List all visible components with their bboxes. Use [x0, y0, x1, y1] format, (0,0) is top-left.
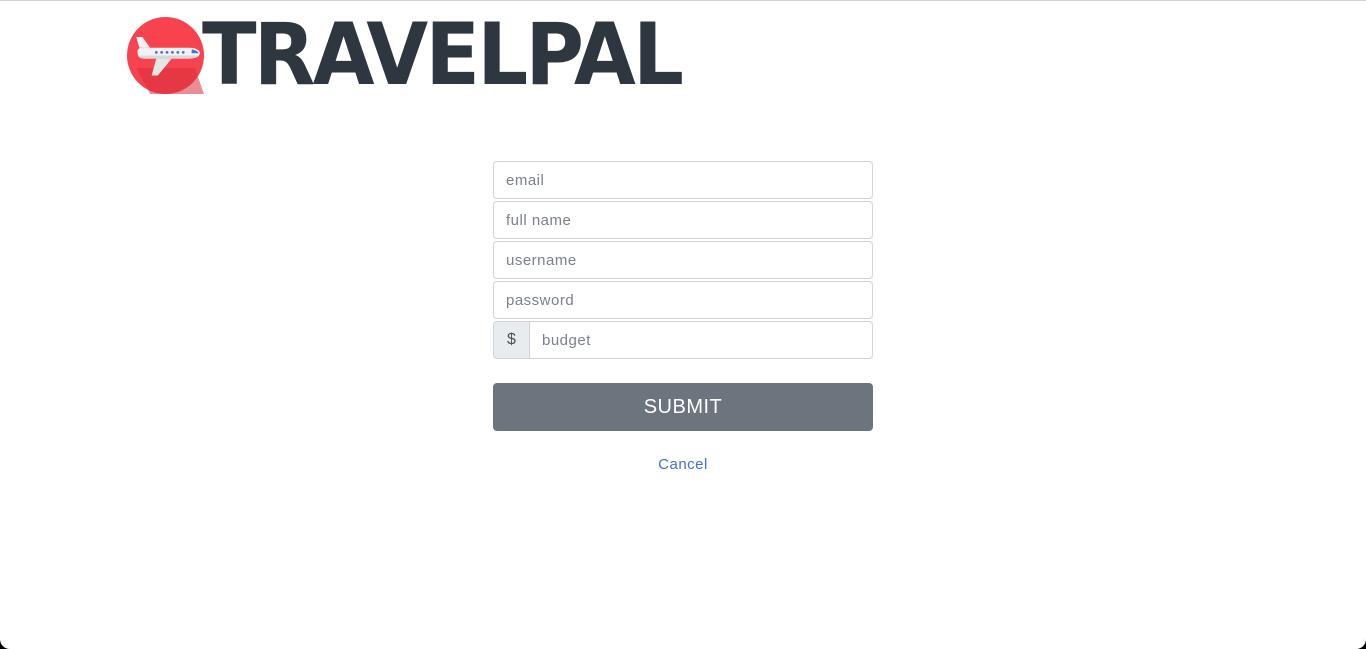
- page: TRAVELPAL $ SUBMIT Cancel: [0, 0, 1366, 649]
- signup-form: $ SUBMIT Cancel: [493, 161, 873, 473]
- password-field[interactable]: [493, 281, 873, 319]
- currency-addon: $: [493, 321, 529, 359]
- cancel-link[interactable]: Cancel: [493, 456, 873, 473]
- submit-button[interactable]: SUBMIT: [493, 383, 873, 431]
- brand-name: TRAVELPAL: [202, 5, 684, 105]
- airplane-icon: [127, 16, 204, 94]
- full-name-field[interactable]: [493, 201, 873, 239]
- email-field[interactable]: [493, 161, 873, 199]
- logo[interactable]: TRAVELPAL: [127, 5, 717, 105]
- username-field[interactable]: [493, 241, 873, 279]
- budget-field[interactable]: [529, 321, 873, 359]
- budget-input-group: $: [493, 321, 873, 359]
